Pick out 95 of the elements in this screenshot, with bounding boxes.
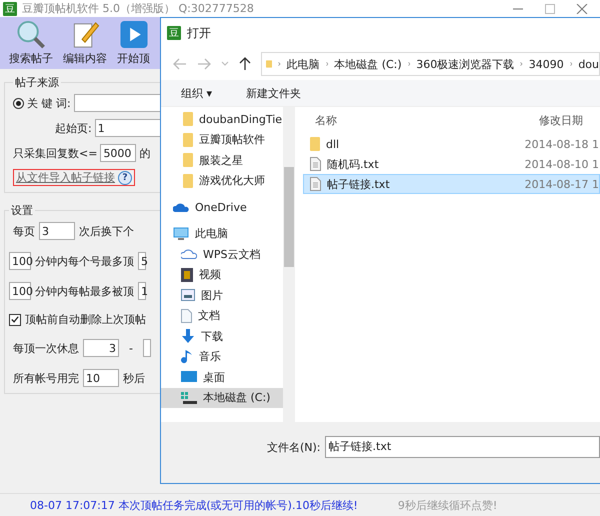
status-countdown: 9秒后继续循环点赞! [398, 498, 498, 512]
field-label: 每页 [12, 224, 35, 238]
text-file-icon [310, 177, 321, 191]
play-icon [118, 20, 148, 49]
up-icon[interactable] [239, 57, 251, 71]
field-label: 次后换下个 [79, 224, 134, 238]
field-label: 每顶一次休息 [12, 340, 79, 356]
back-icon[interactable] [173, 58, 187, 70]
app-logo: 豆 [3, 2, 17, 16]
toolbar-button[interactable]: 搜索帖子 [6, 20, 56, 66]
nav-item[interactable]: 文档 [161, 306, 283, 326]
breadcrumb-item[interactable]: 此电脑 [286, 56, 320, 72]
nav-item[interactable]: 服装之星 [161, 150, 283, 170]
nav-item[interactable]: 桌面 [161, 367, 283, 388]
column-header[interactable]: 名称 [303, 112, 533, 128]
chevron-icon [520, 60, 523, 68]
nav-item[interactable]: OneDrive [161, 197, 283, 218]
film-icon [181, 268, 193, 282]
file-row[interactable]: dll 2014-08-18 1 [303, 134, 600, 154]
picture-icon [181, 289, 195, 302]
number-field[interactable]: 100 [9, 282, 31, 300]
breadcrumb-item[interactable]: dou [578, 58, 599, 70]
nav-item[interactable]: 本地磁盘 (C:) [161, 388, 283, 408]
chevron-icon [278, 60, 281, 68]
number-field[interactable] [142, 339, 151, 357]
scrollbar[interactable] [283, 107, 295, 422]
window-title: 豆瓣顶帖机软件 5.0（增强版） Q:302777528 [22, 1, 254, 16]
reply-count-field[interactable]: 5000 [100, 144, 136, 162]
chevron-icon [326, 60, 328, 68]
number-field[interactable]: 10 [83, 369, 119, 387]
file-row[interactable]: 随机码.txt 2014-08-10 1 [303, 154, 600, 174]
import-link[interactable]: 从文件导入帖子链接 [16, 170, 115, 185]
cloud-icon [181, 249, 197, 260]
number-field[interactable]: 1 [138, 282, 146, 300]
field-label: 所有帐号用完 [12, 370, 79, 386]
range-separator: - [128, 342, 134, 354]
column-header[interactable]: 修改日期 [533, 112, 583, 128]
folder-icon [183, 174, 193, 188]
drive-icon [181, 392, 197, 404]
nav-item[interactable]: 此电脑 [161, 224, 283, 244]
chevron-icon [570, 60, 572, 68]
status-message: 08-07 17:07:17 本次顶帖任务完成(或无可用的帐号).10秒后继续! [30, 498, 358, 512]
cloud-icon [173, 202, 189, 212]
field-label: 秒后 [123, 370, 145, 386]
field-label: 的 [139, 146, 150, 160]
filename-field[interactable]: 帖子链接.txt [324, 436, 600, 458]
dialog-title: 打开 [187, 24, 211, 42]
dropdown-icon[interactable] [221, 61, 229, 67]
nav-item[interactable]: WPS云文档 [161, 244, 283, 264]
number-field[interactable]: 3 [39, 222, 75, 240]
monitor-icon [173, 226, 189, 241]
document-icon [181, 308, 192, 323]
breadcrumb-item[interactable]: 360极速浏览器下载 [416, 56, 514, 72]
nav-item[interactable]: 下载 [161, 326, 283, 346]
text-file-icon [310, 157, 321, 171]
field-label: 只采集回复数<= [13, 146, 98, 160]
dialog-logo: 豆 [167, 26, 181, 40]
field-label: 分钟内每个号最多顶 [35, 254, 134, 268]
organize-button[interactable]: 组织 ▾ [177, 84, 216, 102]
address-bar[interactable]: 此电脑 本地磁盘 (C:) 360极速浏览器下载 34090 dou [261, 52, 600, 76]
new-folder-button[interactable]: 新建文件夹 [242, 84, 306, 102]
chevron-icon [408, 60, 410, 68]
maximize-icon[interactable] [544, 4, 556, 14]
group-title: 帖子来源 [14, 75, 60, 90]
download-arrow-icon [181, 329, 195, 344]
breadcrumb-item[interactable]: 34090 [528, 58, 564, 70]
folder-icon [183, 132, 193, 147]
breadcrumb-item[interactable]: 本地磁盘 (C:) [334, 56, 402, 72]
group-title: 设置 [10, 203, 34, 218]
keyword-radio[interactable] [13, 98, 24, 108]
checkbox-label: 顶帖前自动删除上次顶帖 [25, 312, 146, 327]
filename-label: 文件名(N): [267, 440, 321, 454]
nav-item[interactable]: 游戏优化大师 [161, 170, 283, 191]
checkbox[interactable] [9, 314, 21, 326]
nav-item[interactable]: 图片 [161, 285, 283, 306]
number-field[interactable]: 100 [9, 252, 31, 270]
folder-icon [183, 153, 193, 168]
help-icon[interactable]: ? [118, 170, 132, 184]
number-field[interactable]: 5 [138, 252, 146, 270]
music-note-icon [181, 350, 193, 364]
field-label: 关 键 词: [27, 96, 71, 110]
magnifier-icon [16, 20, 46, 49]
field-label: 起始页: [55, 120, 92, 136]
file-row[interactable]: 帖子链接.txt 2014-08-17 1 [303, 174, 600, 194]
desktop-icon [181, 371, 197, 384]
field-label: 分钟内每帖最多被顶 [35, 284, 134, 298]
folder-icon [183, 112, 193, 126]
number-field[interactable]: 3 [83, 339, 119, 357]
close-icon[interactable] [576, 4, 588, 14]
toolbar-button[interactable]: 编辑内容 [60, 20, 110, 66]
nav-item[interactable]: 视频 [161, 264, 283, 285]
forward-icon[interactable] [197, 58, 211, 70]
folder-icon [310, 137, 320, 151]
nav-item[interactable]: 音乐 [161, 346, 283, 367]
toolbar-button[interactable]: 开始顶 [114, 20, 153, 66]
